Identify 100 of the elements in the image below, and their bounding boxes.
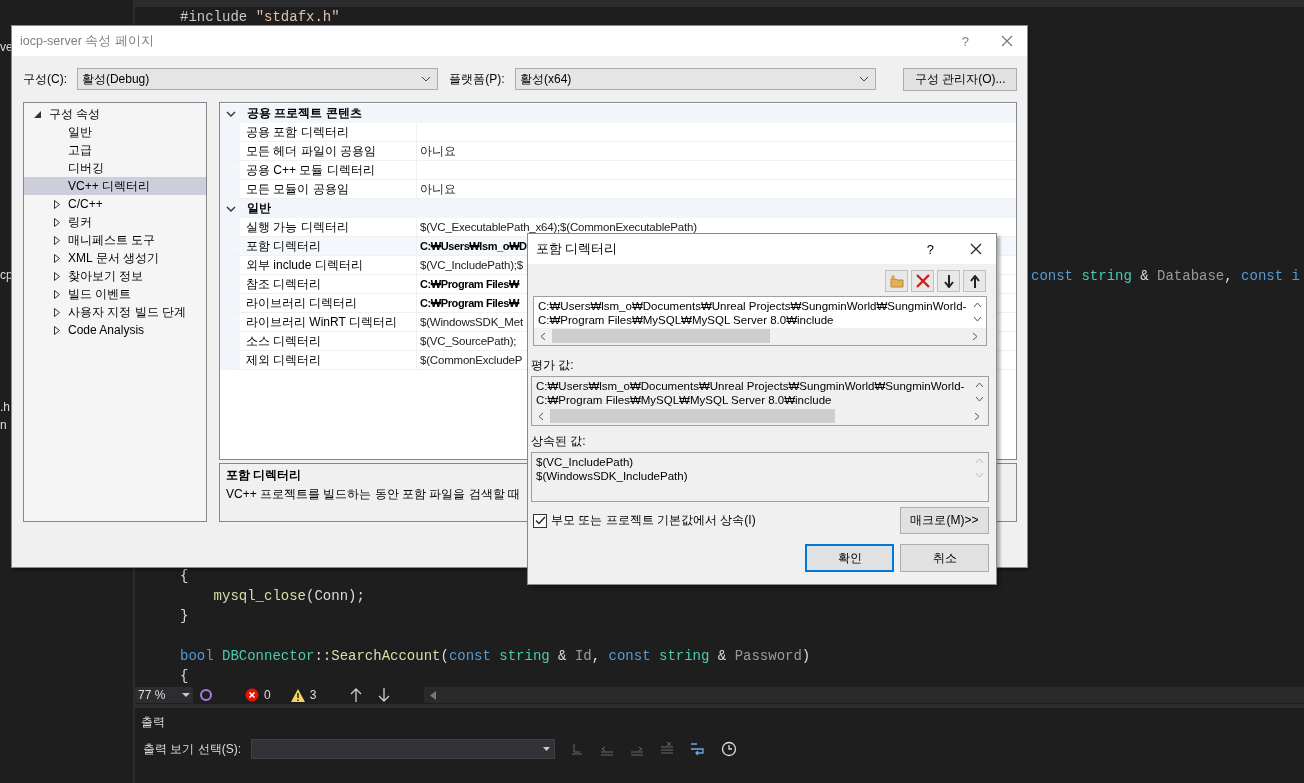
property-value: C:₩Program Files₩ [420,297,519,309]
cancel-button[interactable]: 취소 [900,544,989,572]
inherited-path: $(VC_IncludePath) [536,455,634,469]
window-title: 포함 디렉터리 [536,240,619,258]
collapsed-arrow-icon[interactable] [54,307,60,317]
evaluated-value-label: 평가 값: [531,358,574,372]
tree-item[interactable]: XML 문서 생성기 [24,249,206,267]
move-down-button[interactable] [937,270,960,292]
property-name: 참조 디렉터리 [240,275,417,293]
warning-icon[interactable] [290,688,305,702]
collapsed-arrow-icon[interactable] [54,253,60,263]
property-name: 모든 헤더 파일이 공용임 [240,142,417,160]
scroll-left-icon[interactable] [540,331,546,341]
tree-item[interactable]: 링커 [24,213,206,231]
code-line: bool DBConnector::SearchAccount(const string & Id, const string & Password) [180,647,811,667]
error-icon[interactable] [245,688,259,703]
scroll-right-icon[interactable] [974,411,980,421]
property-name: 라이브러리 WinRT 디렉터리 [240,313,417,331]
tree-item[interactable]: 디버깅 [24,159,206,177]
code-line: } [180,607,189,627]
property-name: 공용 포함 디렉터리 [240,123,417,141]
inherited-value-label: 상속된 값: [531,434,586,448]
tree-item[interactable]: Code Analysis [24,321,206,339]
category-name: 일반 [247,200,271,217]
collapsed-arrow-icon[interactable] [54,217,60,227]
code-line: mysql_close(Conn); [212,587,365,607]
collapsed-arrow-icon[interactable] [54,235,60,245]
down-arrow-icon[interactable] [943,274,954,288]
collapsed-arrow-icon[interactable] [54,271,60,281]
move-up-button[interactable] [963,270,986,292]
caret-icon[interactable] [543,747,550,752]
scroll-up-icon[interactable] [973,302,982,308]
category-header[interactable]: 일반 [220,199,1016,218]
chevron-down-icon[interactable] [421,76,432,82]
property-name: 포함 디렉터리 [240,237,417,255]
tree-item[interactable]: 사용자 지정 빌드 단계 [24,303,206,321]
chevron-icon[interactable] [226,110,236,117]
error-count: 0 [264,688,271,703]
word-wrap-icon[interactable] [689,741,707,758]
directory-entry[interactable]: C:₩Program Files₩MySQL₩MySQL Server 8.0₩include [538,313,834,327]
configuration-dropdown[interactable]: 활성(Debug) [76,68,439,90]
property-value: C:₩Program Files₩ [420,278,519,290]
tree-item[interactable]: 고급 [24,141,206,159]
help-button[interactable]: ? [961,33,969,49]
evaluated-path: C:₩Users₩lsm_o₩Documents₩Unreal Projects₩SungminWorld₩SungminWorld- [536,379,965,393]
tree-item[interactable]: 구성 속성 [24,105,206,123]
up-arrow-icon[interactable] [969,274,980,288]
clock-icon[interactable] [721,741,737,758]
property-name: 라이브러리 디렉터리 [240,294,417,312]
scroll-down-icon[interactable] [975,396,984,402]
description-text: VC++ 프로젝트를 빌드하는 동안 포함 파일을 검색할 때 [226,486,521,503]
caret-icon[interactable] [182,692,190,698]
help-button[interactable]: ? [926,241,934,257]
property-value: 아니요 [420,181,456,197]
window-title: iocp-server 속성 페이지 [20,32,155,50]
scroll-up-icon[interactable] [975,382,984,388]
collapsed-arrow-icon[interactable] [54,199,60,209]
tree-item[interactable]: VC++ 디렉터리 [24,177,206,195]
property-name: 소스 디렉터리 [240,332,417,350]
configuration-manager-button[interactable]: 구성 관리자(O)... [903,67,1017,91]
scroll-right-icon[interactable] [972,331,978,341]
platform-dropdown[interactable]: 활성(x64) [515,68,877,90]
property-name: 외부 include 디렉터리 [240,256,417,274]
horizontal-scrollbar[interactable] [424,687,1304,704]
tree-item[interactable]: 빌드 이벤트 [24,285,206,303]
chevron-icon[interactable] [226,205,236,212]
macro-button[interactable]: 매크로(M)>> [900,507,989,534]
tree-item[interactable]: 매니페스트 도구 [24,231,206,249]
configuration-label: 구성(C): [23,70,68,88]
property-value: $(VC_ExecutablePath_x64);$(CommonExecutablePath) [420,221,697,233]
code-line: #include "stdafx.h" [180,8,340,28]
tree-item[interactable]: 찾아보기 정보 [24,267,206,285]
scroll-left-icon[interactable] [430,690,437,700]
directory-entry[interactable]: C:₩Users₩lsm_o₩Documents₩Unreal Projects₩SungminWorld₩SungminWorld- [538,299,967,313]
property-value: $(CommonExcludeP [420,354,523,366]
file-name-fragment: n [0,418,7,432]
property-value: $(WindowsSDK_Met [420,316,523,328]
evaluated-path: C:₩Program Files₩MySQL₩MySQL Server 8.0₩include [536,393,832,407]
ok-button[interactable]: 확인 [805,544,894,572]
inherited-path: $(WindowsSDK_IncludePath) [536,469,688,483]
property-name: 실행 가능 디렉터리 [240,218,417,236]
property-row[interactable]: 모든 헤더 파일이 공용임 아니요 [220,142,1016,161]
scroll-down-icon[interactable] [973,316,982,322]
property-value: $(VC_SourcePath); [420,335,517,347]
code-line: { [180,667,189,687]
tree-item[interactable]: C/C++ [24,195,206,213]
scroll-left-icon[interactable] [538,411,544,421]
category-header[interactable]: 공용 프로젝트 콘텐츠 [220,104,1016,123]
property-row[interactable]: 공용 포함 디렉터리 [220,123,1016,142]
directory-list[interactable]: C:₩Users₩lsm_o₩Documents₩Unreal Projects₩SungminWorld₩SungminWorld- C:₩Program Files₩MySQL₩MySQL Server 8.0₩include [533,296,987,346]
collapsed-arrow-icon[interactable] [54,289,60,299]
tree-item[interactable]: 일반 [24,123,206,141]
close-icon[interactable] [970,243,982,255]
zoom-dropdown[interactable]: 77 % [135,687,193,704]
expanded-arrow-icon[interactable] [34,110,41,118]
category-name: 공용 프로젝트 콘텐츠 [247,105,362,122]
collapsed-arrow-icon[interactable] [54,325,60,335]
chevron-down-icon[interactable] [859,76,870,82]
scroll-up-icon [975,458,984,464]
property-name: 공용 C++ 모듈 디렉터리 [240,161,417,179]
